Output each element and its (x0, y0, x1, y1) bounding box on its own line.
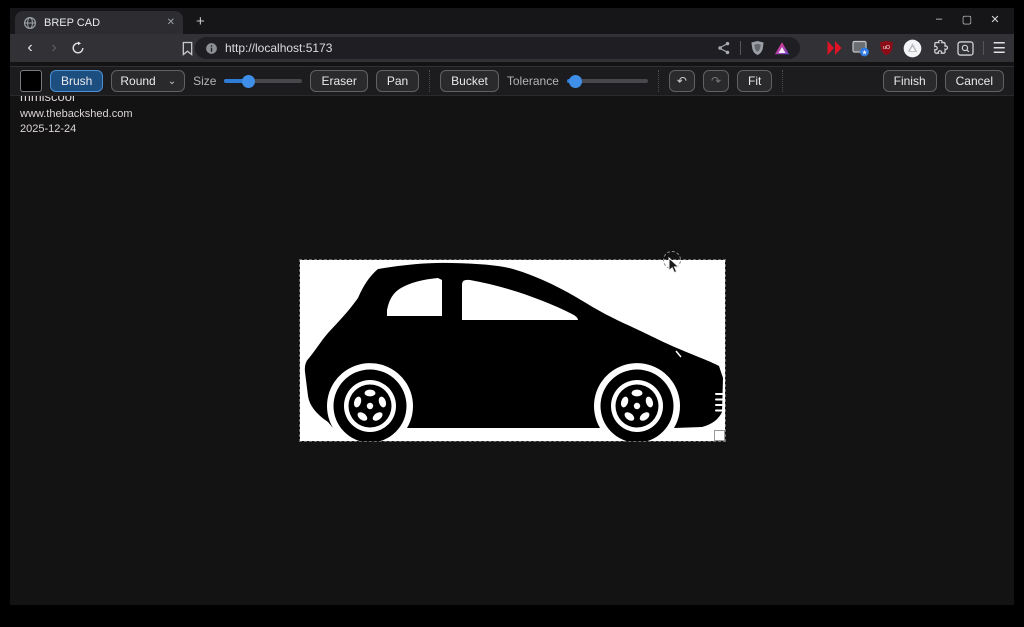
desktop-background: BREP CAD ✕ + – ▢ ✕ ‹ › (0, 0, 1024, 627)
cancel-button[interactable]: Cancel (945, 70, 1004, 92)
forward-icon[interactable]: › (42, 36, 66, 60)
undo-button[interactable]: ↶ (669, 70, 695, 92)
pan-button[interactable]: Pan (376, 70, 419, 92)
finish-button[interactable]: Finish (883, 70, 937, 92)
paint-canvas[interactable] (300, 260, 725, 441)
menu-icon[interactable]: ☰ (993, 39, 1006, 57)
canvas-resize-handle[interactable] (714, 430, 725, 441)
size-slider-thumb[interactable] (242, 75, 255, 88)
fit-button[interactable]: Fit (737, 70, 772, 92)
brush-shape-value: Round (120, 74, 155, 88)
browser-tab[interactable]: BREP CAD ✕ (15, 11, 183, 34)
redo-button[interactable]: ↷ (703, 70, 729, 92)
back-icon[interactable]: ‹ (18, 36, 42, 60)
close-button[interactable]: ✕ (986, 10, 1004, 28)
extensions-puzzle-icon[interactable] (931, 40, 948, 57)
address-bar[interactable]: http://localhost:5173 (195, 37, 800, 59)
chevron-down-icon: ⌄ (168, 76, 176, 87)
toolbar-right-buttons: Finish Cancel (883, 66, 1004, 96)
brush-shape-select[interactable]: Round ⌄ (111, 70, 185, 92)
extensions-divider (983, 41, 984, 55)
new-tab-button[interactable]: + (196, 13, 205, 31)
site-info-icon[interactable] (205, 42, 218, 55)
red-arrows-extension-icon[interactable] (826, 40, 843, 56)
brush-button[interactable]: Brush (50, 70, 103, 92)
car-silhouette-drawing (300, 260, 725, 441)
tolerance-slider[interactable] (567, 75, 648, 88)
reload-icon[interactable] (66, 36, 90, 60)
paint-toolbar: Brush Round ⌄ Size Eraser Pan Bucket Tol… (10, 66, 1014, 96)
ublock-origin-icon[interactable]: uO (879, 40, 894, 56)
search-panel-icon[interactable] (957, 41, 974, 56)
window-star-extension-icon[interactable]: ★ (852, 40, 870, 57)
tab-close-icon[interactable]: ✕ (167, 17, 175, 28)
url-text[interactable]: http://localhost:5173 (225, 41, 717, 55)
globe-favicon-icon (23, 16, 37, 30)
browser-navbar: ‹ › http://localhost:5173 (10, 34, 1014, 62)
urlbar-divider (740, 41, 741, 55)
date-text: 2025-12-24 (20, 123, 76, 135)
extensions-cluster: ★ uO ☰ (826, 34, 1006, 62)
svg-text:★: ★ (861, 48, 867, 56)
brave-shield-icon[interactable] (750, 40, 765, 56)
minimize-button[interactable]: – (930, 10, 948, 28)
eraser-button[interactable]: Eraser (310, 70, 367, 92)
tolerance-slider-thumb[interactable] (569, 75, 582, 88)
tab-strip: BREP CAD ✕ + – ▢ ✕ (10, 8, 1014, 34)
rear-wheel (334, 370, 407, 442)
front-wheel (601, 370, 674, 442)
bucket-button[interactable]: Bucket (440, 70, 499, 92)
toolbar-divider (782, 70, 783, 92)
website-text: www.thebackshed.com (20, 108, 133, 120)
toolbar-divider (429, 70, 430, 92)
toolbar-divider (658, 70, 659, 92)
browser-window: BREP CAD ✕ + – ▢ ✕ ‹ › (10, 8, 1014, 605)
brush-color-swatch[interactable] (20, 70, 42, 92)
urlbar-right-icons (717, 40, 790, 56)
maximize-button[interactable]: ▢ (958, 10, 976, 28)
svg-text:uO: uO (883, 45, 890, 51)
brave-rewards-icon[interactable] (774, 41, 790, 56)
size-label: Size (193, 74, 216, 88)
mouse-pointer-icon (668, 257, 680, 274)
tab-title: BREP CAD (44, 17, 160, 29)
page-content: Brush Round ⌄ Size Eraser Pan Bucket Tol… (10, 62, 1014, 605)
brave-profile-avatar[interactable] (903, 39, 922, 58)
size-slider[interactable] (224, 75, 302, 88)
share-icon[interactable] (717, 41, 731, 55)
window-controls: – ▢ ✕ (930, 10, 1004, 28)
tolerance-label: Tolerance (507, 74, 559, 88)
